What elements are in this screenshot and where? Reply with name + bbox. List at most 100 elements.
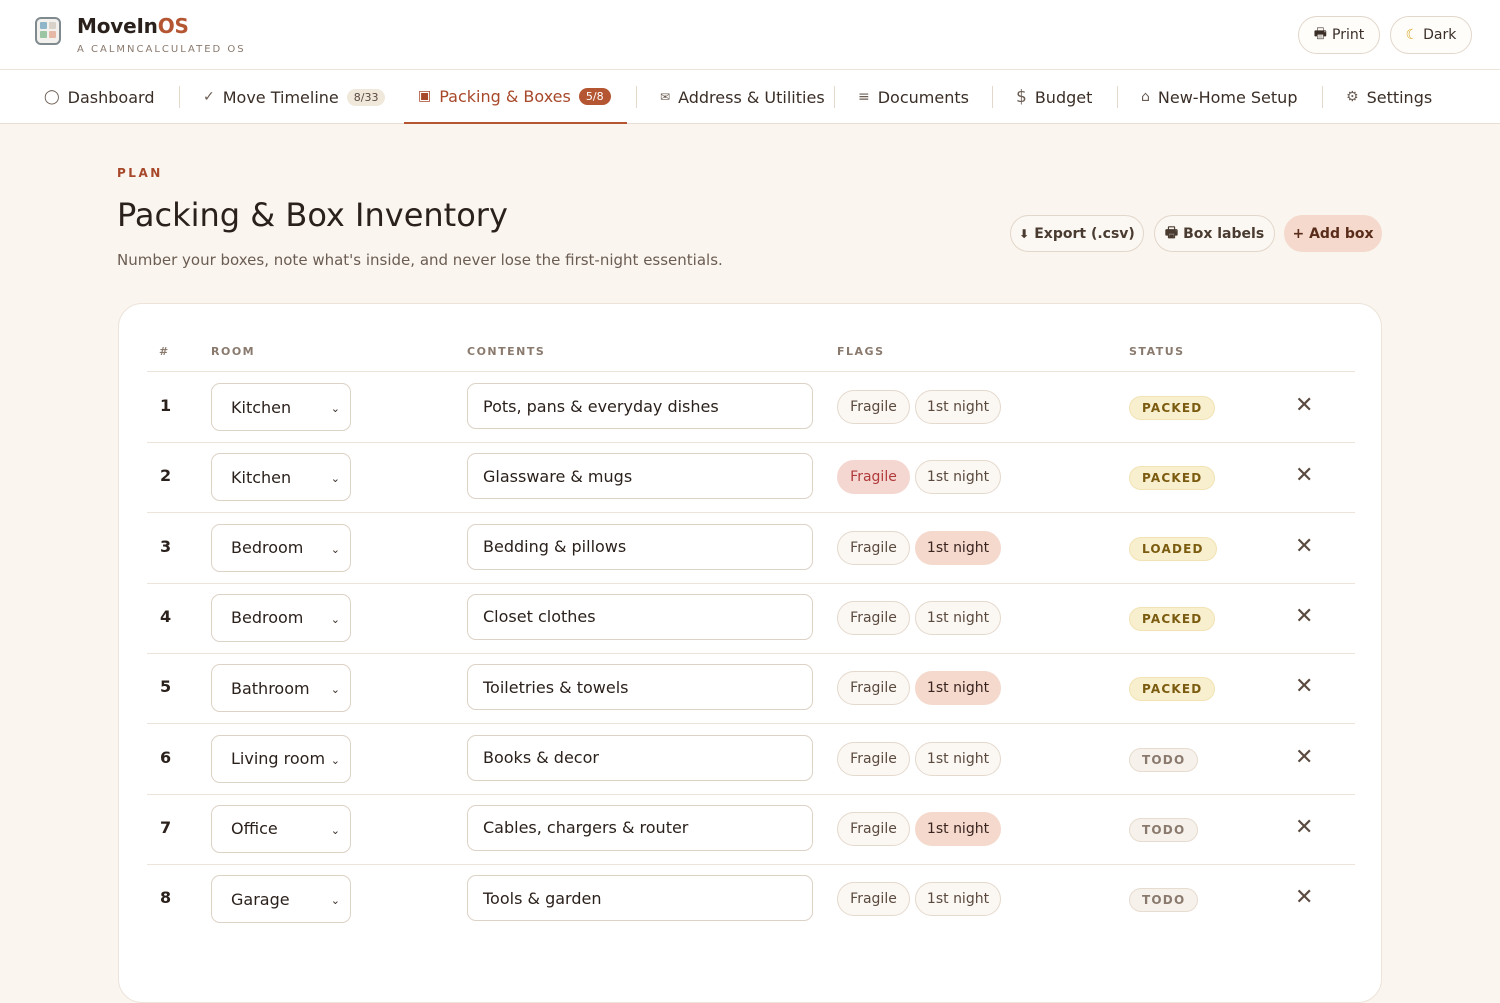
box-number: 4: [160, 606, 172, 626]
delete-row-icon[interactable]: ✕: [1295, 603, 1313, 631]
fragile-toggle[interactable]: Fragile: [837, 390, 910, 424]
status-badge[interactable]: TODO: [1129, 747, 1199, 772]
first-night-toggle[interactable]: 1st night: [915, 671, 1001, 706]
fragile-toggle[interactable]: Fragile: [837, 460, 910, 495]
fragile-toggle[interactable]: Fragile: [837, 811, 910, 846]
table-row: 8 Garage ⌄ Tools & garden Fragile 1st night TO…: [147, 864, 1355, 934]
status-badge[interactable]: PACKED: [1129, 396, 1216, 420]
table-row: 5 Bathroom ⌄ Toiletries & towels Fragile 1st …: [147, 653, 1355, 723]
tab-packing-boxes[interactable]: ▣ Packing & Boxes 5/8: [404, 70, 627, 124]
delete-row-icon[interactable]: ✕: [1295, 533, 1313, 561]
room-select[interactable]: Kitchen ⌄: [211, 453, 351, 502]
box-icon: ▣: [418, 88, 432, 104]
tab-new-home-setup[interactable]: ⌂ New-Home Setup: [1141, 70, 1297, 124]
box-number: 8: [160, 888, 172, 908]
box-number: 6: [160, 747, 172, 767]
contents-input[interactable]: Toiletries & towels: [467, 664, 813, 711]
table-row: 6 Living room ⌄ Books & decor Fragile 1st nig…: [147, 724, 1355, 794]
contents-input[interactable]: Bedding & pillows: [467, 523, 813, 570]
chevron-down-icon: ⌄: [330, 823, 340, 837]
contents-input[interactable]: Pots, pans & everyday dishes: [467, 383, 813, 429]
delete-row-icon[interactable]: ✕: [1295, 673, 1313, 701]
col-header-flags: FLAGS: [837, 345, 885, 358]
box-number: 3: [160, 536, 172, 556]
box-number: 2: [160, 466, 172, 486]
box-number: 5: [160, 677, 172, 697]
contents-input[interactable]: Tools & garden: [467, 875, 813, 922]
box-inventory-card: # ROOM CONTENTS FLAGS STATUS 1 Kitchen ⌄ Po…: [118, 303, 1382, 1003]
print-button[interactable]: 🖶 Print: [1298, 16, 1380, 54]
delete-row-icon[interactable]: ✕: [1295, 392, 1313, 420]
section-eyebrow: PLAN: [117, 166, 163, 180]
fragile-toggle[interactable]: Fragile: [837, 671, 910, 706]
app-subtitle: A CALMNCALCULATED OS: [77, 44, 246, 55]
add-box-button[interactable]: + Add box: [1284, 215, 1382, 252]
first-night-toggle[interactable]: 1st night: [915, 390, 1001, 424]
top-bar: MoveInOS A CALMNCALCULATED OS 🖶 Print ☾ …: [0, 0, 1500, 70]
gear-icon: ⚙: [1346, 89, 1359, 105]
box-number: 1: [160, 396, 172, 415]
chevron-down-icon: ⌄: [330, 542, 340, 556]
first-night-toggle[interactable]: 1st night: [915, 460, 1001, 495]
tab-address-utilities[interactable]: ✉ Address & Utilities: [660, 70, 825, 124]
contents-input[interactable]: Books & decor: [467, 734, 813, 781]
col-header-number: #: [159, 345, 170, 358]
status-badge[interactable]: PACKED: [1129, 677, 1216, 702]
fragile-toggle[interactable]: Fragile: [837, 882, 910, 917]
status-badge[interactable]: TODO: [1129, 817, 1199, 842]
printer-icon: 🖶: [1313, 26, 1327, 42]
table-row: 1 Kitchen ⌄ Pots, pans & everyday dishes Fra…: [147, 372, 1355, 442]
status-badge[interactable]: PACKED: [1129, 466, 1216, 491]
first-night-toggle[interactable]: 1st night: [915, 600, 1001, 635]
contents-input[interactable]: Closet clothes: [467, 593, 813, 640]
tab-documents[interactable]: ≡ Documents: [858, 70, 969, 124]
first-night-toggle[interactable]: 1st night: [915, 882, 1001, 917]
fragile-toggle[interactable]: Fragile: [837, 600, 910, 635]
tab-settings[interactable]: ⚙ Settings: [1346, 70, 1432, 124]
status-badge[interactable]: TODO: [1129, 888, 1199, 913]
room-select[interactable]: Garage ⌄: [211, 875, 351, 924]
col-header-status: STATUS: [1129, 345, 1185, 358]
room-select[interactable]: Bedroom ⌄: [211, 523, 351, 572]
status-badge[interactable]: PACKED: [1129, 606, 1216, 631]
export-csv-button[interactable]: ⬇ Export (.csv): [1010, 215, 1144, 252]
delete-row-icon[interactable]: ✕: [1295, 884, 1313, 912]
chevron-down-icon: ⌄: [330, 753, 340, 767]
first-night-toggle[interactable]: 1st night: [915, 530, 1001, 565]
table-row: 2 Kitchen ⌄ Glassware & mugs Fragile 1st nigh…: [147, 442, 1355, 512]
table-row: 4 Bedroom ⌄ Closet clothes Fragile 1st night P…: [147, 583, 1355, 653]
check-icon: ✓: [203, 89, 215, 105]
main-nav: ◯ Dashboard ✓ Move Timeline 8/33 ▣ Packi…: [0, 70, 1500, 124]
room-select[interactable]: Kitchen ⌄: [211, 383, 351, 431]
status-badge[interactable]: LOADED: [1129, 536, 1217, 561]
tab-move-timeline[interactable]: ✓ Move Timeline 8/33: [203, 70, 386, 124]
col-header-room: ROOM: [211, 345, 256, 358]
first-night-toggle[interactable]: 1st night: [915, 811, 1001, 846]
list-icon: ≡: [858, 89, 870, 105]
app-logo-icon: [35, 17, 61, 45]
delete-row-icon[interactable]: ✕: [1295, 462, 1313, 490]
tab-badge: 5/8: [578, 87, 611, 105]
fragile-toggle[interactable]: Fragile: [837, 530, 910, 565]
box-labels-button[interactable]: 🖶 Box labels: [1154, 215, 1275, 252]
tab-budget[interactable]: $ Budget: [1016, 70, 1092, 124]
first-night-toggle[interactable]: 1st night: [915, 741, 1001, 776]
chevron-down-icon: ⌄: [330, 612, 340, 626]
delete-row-icon[interactable]: ✕: [1295, 814, 1313, 842]
contents-input[interactable]: Cables, chargers & router: [467, 804, 813, 851]
page-description: Number your boxes, note what's inside, a…: [117, 251, 723, 269]
dollar-icon: $: [1016, 87, 1027, 107]
dark-mode-button[interactable]: ☾ Dark: [1390, 16, 1472, 54]
delete-row-icon[interactable]: ✕: [1295, 744, 1313, 772]
room-select[interactable]: Living room ⌄: [211, 734, 351, 783]
chevron-down-icon: ⌄: [330, 472, 340, 486]
room-select[interactable]: Bedroom ⌄: [211, 593, 351, 642]
page-title: Packing & Box Inventory: [117, 196, 508, 234]
box-number: 7: [160, 817, 172, 837]
tab-dashboard[interactable]: ◯ Dashboard: [44, 70, 154, 124]
room-select[interactable]: Office ⌄: [211, 804, 351, 853]
contents-input[interactable]: Glassware & mugs: [467, 453, 813, 500]
fragile-toggle[interactable]: Fragile: [837, 741, 910, 776]
col-header-contents: CONTENTS: [467, 345, 546, 358]
room-select[interactable]: Bathroom ⌄: [211, 664, 351, 713]
